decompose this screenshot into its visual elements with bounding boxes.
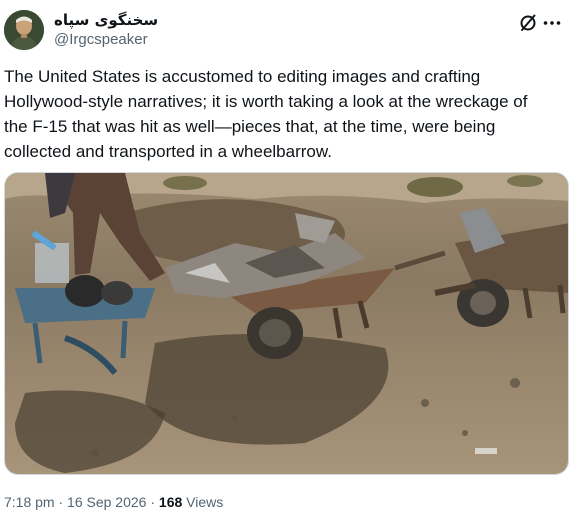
tweet-meta: 7:18 pm · 16 Sep 2026 · 168 Views xyxy=(4,492,223,512)
meta-separator: · xyxy=(58,494,64,510)
meta-separator-2: · xyxy=(150,494,156,510)
tweet-text: The United States is accustomed to editi… xyxy=(4,67,528,161)
grok-icon[interactable] xyxy=(517,12,539,34)
views-count: 168 xyxy=(158,494,183,510)
views-label: Views xyxy=(186,494,224,510)
tweet-date[interactable]: 16 Sep 2026 xyxy=(67,494,146,510)
tweet-time[interactable]: 7:18 pm xyxy=(4,494,55,510)
more-options-icon[interactable] xyxy=(541,12,563,34)
wreckage-photo xyxy=(5,173,568,474)
tweet-header: سخنگوی سپاه @Irgcspeaker xyxy=(4,8,565,52)
author-names: سخنگوی سپاه @Irgcspeaker xyxy=(54,10,158,50)
author-display-name[interactable]: سخنگوی سپاه xyxy=(54,10,158,30)
avatar[interactable] xyxy=(4,10,44,50)
author-handle[interactable]: @Irgcspeaker xyxy=(54,30,158,50)
tweet-photo[interactable] xyxy=(4,172,569,475)
profile-photo-icon xyxy=(4,10,44,50)
